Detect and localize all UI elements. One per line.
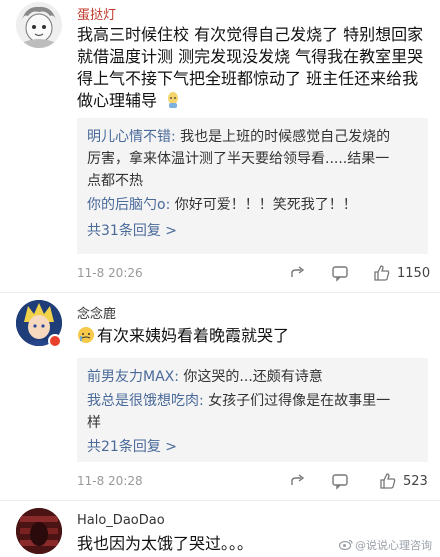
- comment-line: 有次来姨妈看着晚霞就哭了: [97, 326, 290, 345]
- username[interactable]: Halo_DaoDao: [77, 513, 165, 528]
- reply-author[interactable]: 我总是很饿想吃肉:: [87, 393, 204, 409]
- reply-author[interactable]: 你的后脑勺o:: [87, 197, 170, 213]
- reply-item: 明儿心情不错: 我也是上班的时候感觉自己发烧的: [87, 126, 418, 148]
- comment-line-with-emoji: 做心理辅导: [77, 90, 429, 112]
- reply-text: 样: [87, 415, 101, 431]
- verified-badge: [48, 334, 62, 348]
- share-icon[interactable]: [289, 472, 307, 493]
- reply-text: 我也是上班的时候感觉自己发烧的: [175, 129, 391, 145]
- reply-text: 厉害，拿来体温计测了半天要给领导看.....结果一: [87, 151, 390, 167]
- reply-box[interactable]: 前男友力MAX: 你这哭的...还颇有诗意 我总是很饿想吃肉: 女孩子们过得像是…: [77, 358, 428, 462]
- weibo-logo-icon: [338, 539, 353, 551]
- divider: [0, 292, 440, 293]
- comment-time: 11-8 20:26: [77, 266, 143, 280]
- comment-line: 就借温度计测 测完发现没发烧 气得我在教室里哭: [77, 47, 424, 66]
- more-replies-link[interactable]: 共21条回复 >: [87, 436, 418, 458]
- username[interactable]: 念念鹿: [77, 303, 116, 322]
- comment-icon[interactable]: [331, 472, 349, 493]
- comment-icon[interactable]: [331, 264, 349, 285]
- avatar-illustration-icon: [16, 2, 62, 48]
- like-count: 1150: [397, 266, 431, 281]
- comment-meta: 11-8 20:28 523: [77, 472, 428, 492]
- reply-item: 你的后脑勺o: 你好可爱！！！笑死我了！！: [87, 194, 418, 216]
- emoji-icon: [166, 91, 180, 109]
- reply-text: 女孩子们过得像是在故事里一: [203, 393, 391, 409]
- comment-line: 我高三时候住校 有次觉得自己发烧了 特别想回家: [77, 25, 424, 44]
- avatar[interactable]: [16, 508, 62, 554]
- comment-time: 11-8 20:28: [77, 474, 143, 488]
- emoji-icon: [77, 326, 95, 344]
- comment-text: 有次来姨妈看着晚霞就哭了: [77, 325, 429, 347]
- avatar[interactable]: [16, 2, 62, 48]
- comment-text: 我高三时候住校 有次觉得自己发烧了 特别想回家 就借温度计测 测完发现没发烧 气…: [77, 24, 429, 112]
- share-icon[interactable]: [289, 264, 307, 285]
- like-icon[interactable]: [373, 264, 391, 285]
- reply-text: 你好可爱！！！笑死我了！！: [170, 197, 357, 213]
- more-replies-link[interactable]: 共31条回复 >: [87, 220, 418, 242]
- comment-meta: 11-8 20:26 1150: [77, 264, 431, 285]
- like-icon[interactable]: [379, 472, 397, 493]
- reply-box[interactable]: 明儿心情不错: 我也是上班的时候感觉自己发烧的 厉害，拿来体温计测了半天要给领导…: [77, 118, 428, 254]
- like-count: 523: [403, 474, 428, 489]
- reply-author[interactable]: 前男友力MAX:: [87, 369, 179, 385]
- username[interactable]: 蛋挞灯: [77, 4, 116, 23]
- reply-text: 你这哭的...还颇有诗意: [178, 369, 323, 385]
- watermark: @说说心理咨询: [338, 537, 432, 553]
- reply-item: 我总是很饿想吃肉: 女孩子们过得像是在故事里一: [87, 390, 418, 412]
- divider: [0, 500, 440, 501]
- watermark-text: @说说心理咨询: [355, 539, 432, 552]
- avatar-illustration-icon: [16, 508, 62, 554]
- comment-line: 得上气不接下气把全班都惊动了 班主任还来给我: [77, 69, 419, 88]
- reply-author[interactable]: 明儿心情不错:: [87, 129, 176, 145]
- comment-line: 做心理辅导: [77, 91, 158, 110]
- reply-item: 前男友力MAX: 你这哭的...还颇有诗意: [87, 366, 418, 388]
- reply-text: 点都不热: [87, 173, 143, 189]
